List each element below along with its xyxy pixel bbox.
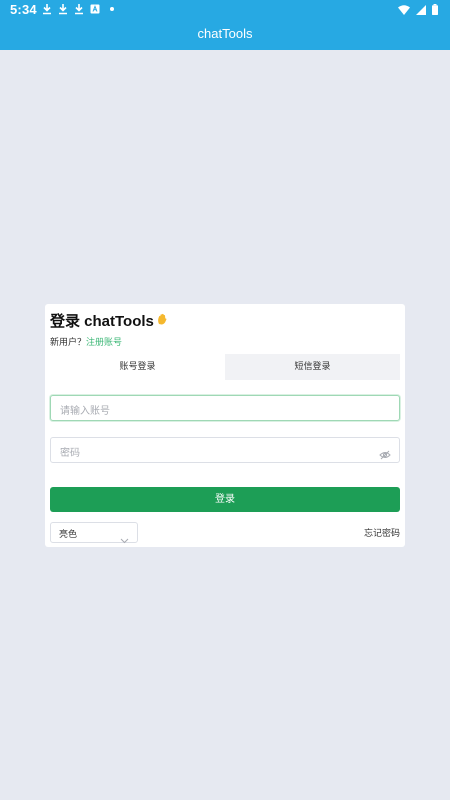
app-title: chatTools <box>197 26 253 41</box>
download-icon <box>43 4 51 15</box>
status-notification-icons <box>42 3 114 15</box>
eye-off-icon[interactable] <box>379 445 391 464</box>
tab-account-login[interactable]: 账号登录 <box>50 354 225 380</box>
forgot-password-link[interactable]: 忘记密码 <box>364 526 400 539</box>
password-input[interactable]: 密码 <box>50 437 400 463</box>
status-time: 5:34 <box>10 2 37 17</box>
login-tabs: 账号登录 短信登录 <box>50 354 400 380</box>
app-bar: chatTools <box>0 22 450 50</box>
a-box-icon <box>90 4 100 14</box>
wifi-icon <box>398 4 410 15</box>
battery-icon <box>432 4 438 15</box>
password-placeholder: 密码 <box>60 448 80 459</box>
status-bar: 5:34 <box>0 0 450 22</box>
download-icon <box>75 4 83 15</box>
signal-icon <box>416 4 426 15</box>
dot-icon <box>110 7 114 11</box>
chevron-down-icon <box>120 529 129 548</box>
new-user-row: 新用户？注册账号 <box>50 335 122 348</box>
theme-select-value: 亮色 <box>59 530 78 540</box>
login-title: 登录 chatTools <box>50 313 154 330</box>
new-user-label: 新用户？ <box>50 338 87 348</box>
account-input[interactable]: 请输入账号 <box>50 395 400 421</box>
login-card: 登录 chatTools 新用户？注册账号 账号登录 短信登录 请输入账号 密码… <box>45 304 405 547</box>
status-system-icons <box>398 4 438 15</box>
download-icon <box>59 4 67 15</box>
login-title-row: 登录 chatTools <box>50 310 167 331</box>
account-placeholder: 请输入账号 <box>60 406 110 417</box>
register-link[interactable]: 注册账号 <box>86 338 122 348</box>
waving-hand-icon <box>157 313 167 328</box>
tab-sms-login[interactable]: 短信登录 <box>225 354 400 380</box>
login-button[interactable]: 登录 <box>50 487 400 512</box>
theme-select[interactable]: 亮色 <box>50 522 138 544</box>
